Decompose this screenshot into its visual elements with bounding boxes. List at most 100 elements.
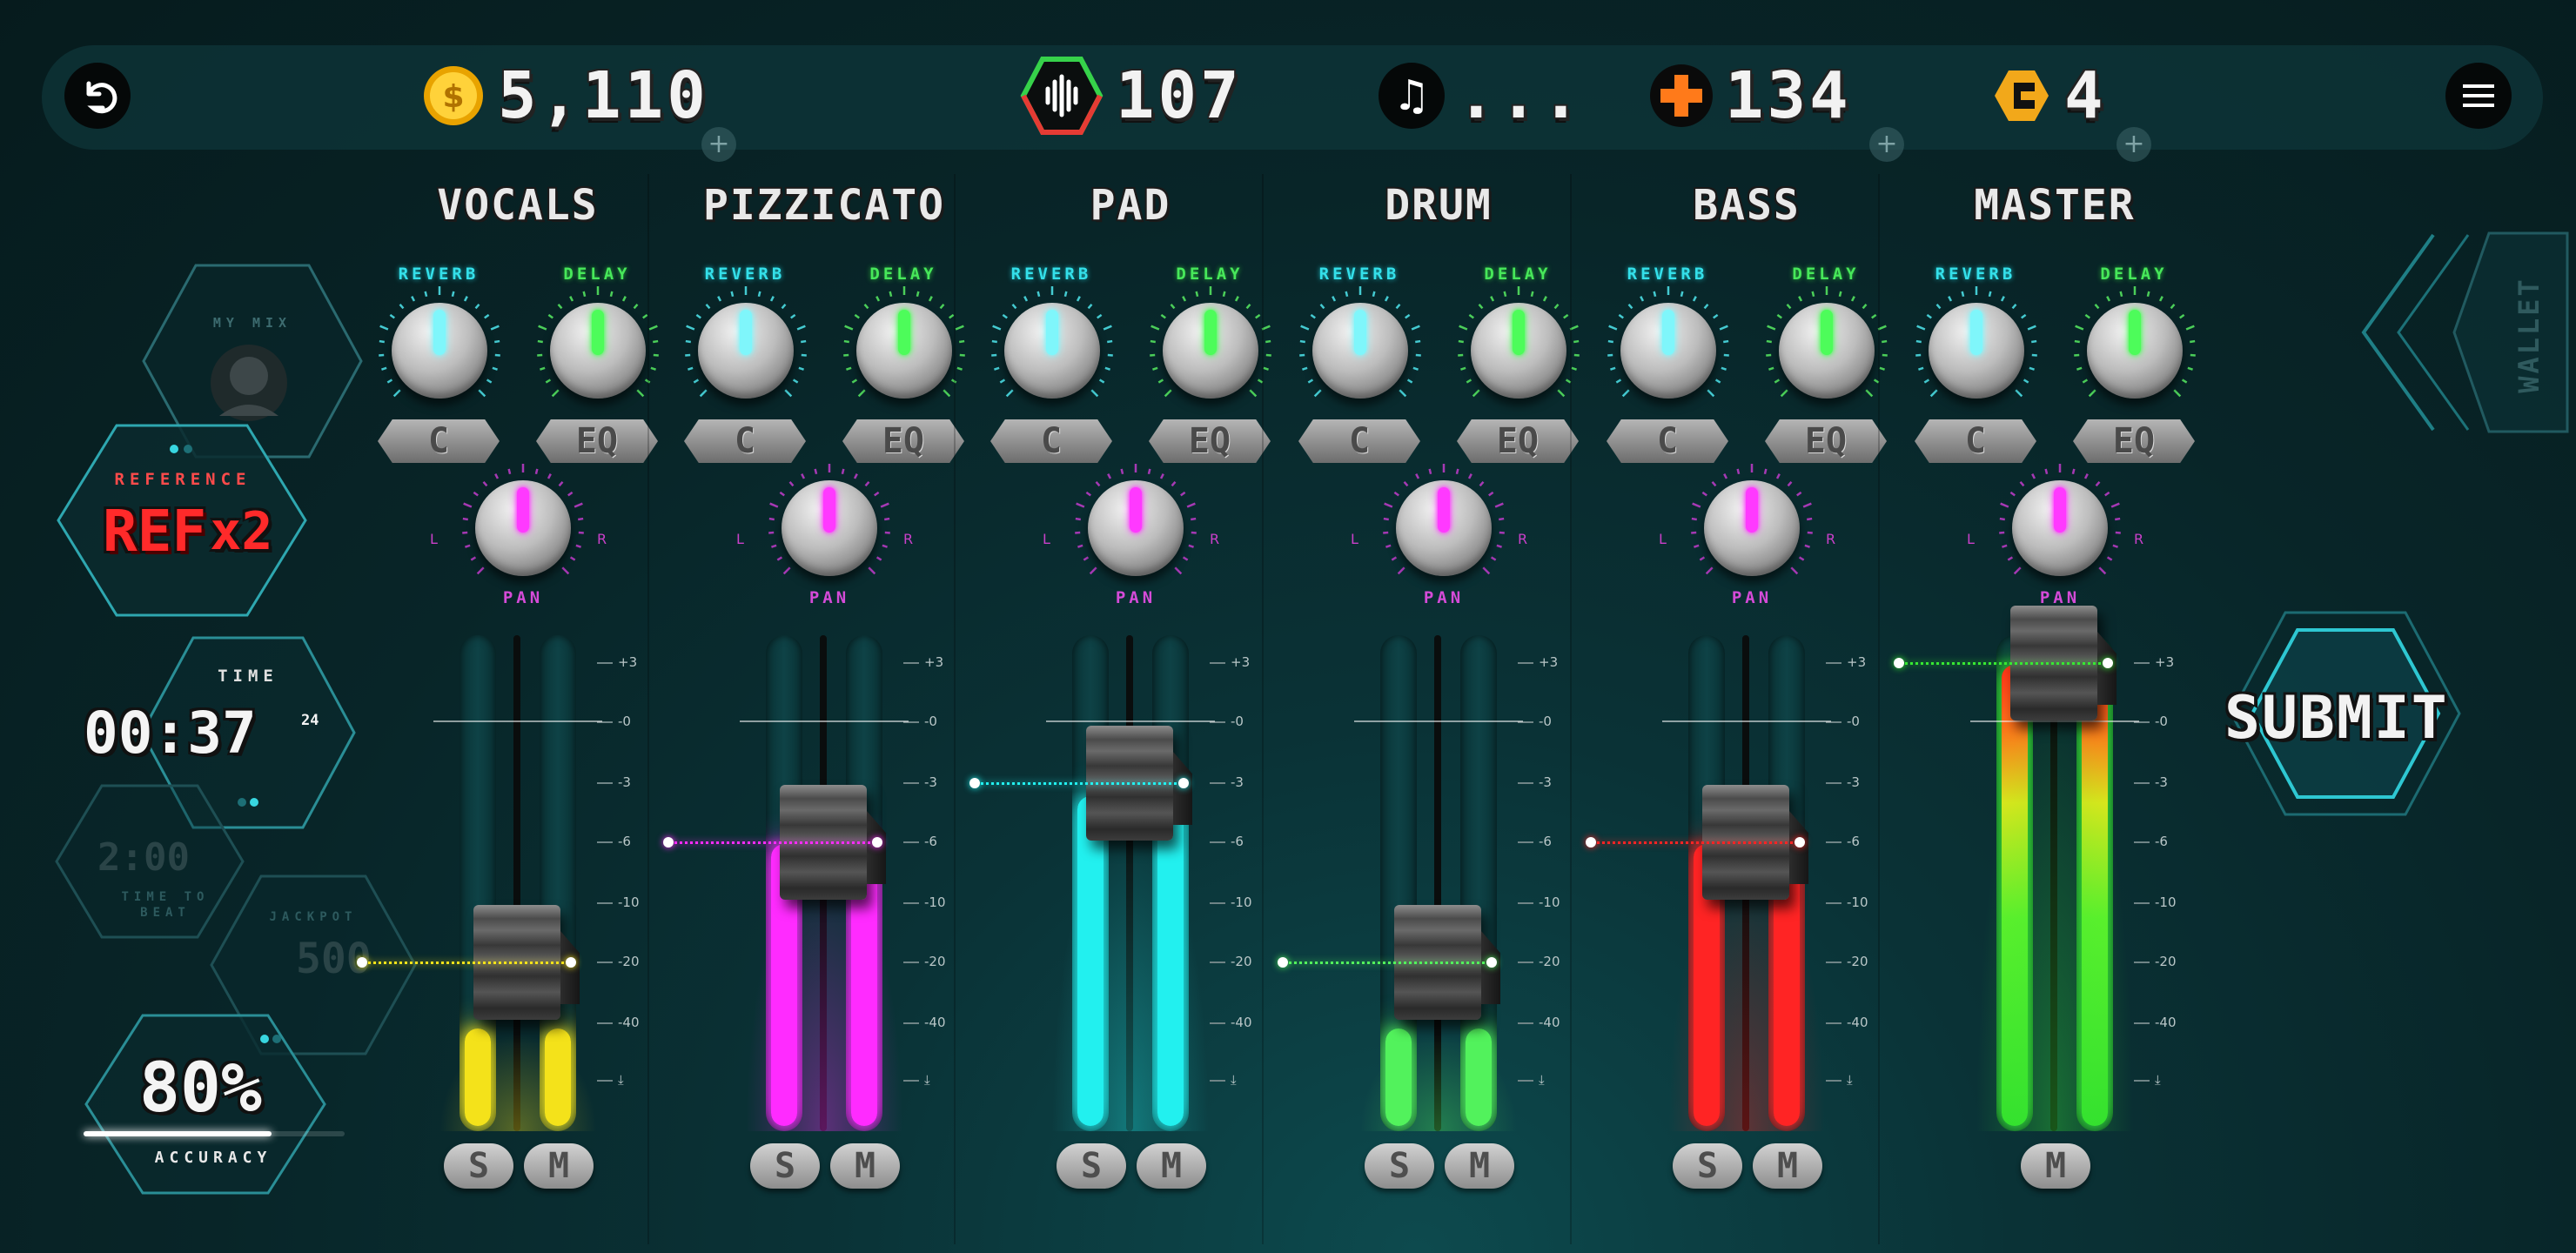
reverb-knob[interactable] xyxy=(1911,285,2042,416)
mute-button[interactable]: M xyxy=(2021,1143,2090,1189)
pan-knob[interactable] xyxy=(458,463,588,593)
scale-tick xyxy=(1518,841,1533,843)
mute-button[interactable]: M xyxy=(1753,1143,1822,1189)
pan-label: PAN xyxy=(1731,588,1773,607)
eq-button[interactable]: EQ xyxy=(1149,419,1271,463)
level-dot-right[interactable] xyxy=(566,957,576,968)
level-dot-right[interactable] xyxy=(1178,778,1189,788)
mute-button[interactable]: M xyxy=(830,1143,900,1189)
level-dot-left[interactable] xyxy=(1586,837,1596,848)
delay-knob[interactable] xyxy=(533,285,663,416)
eq-button[interactable]: EQ xyxy=(536,419,658,463)
delay-knob[interactable] xyxy=(1145,285,1276,416)
pan-left-label: L xyxy=(1967,531,1975,547)
level-dot-right[interactable] xyxy=(872,837,882,848)
pan-knob[interactable] xyxy=(1070,463,1201,593)
channel-divider xyxy=(1262,174,1264,1244)
scale-mark: -6 xyxy=(2134,834,2186,851)
scale-tick xyxy=(1826,782,1841,784)
reverb-knob[interactable] xyxy=(681,285,811,416)
scale-text: -40 xyxy=(2155,1015,2177,1030)
eq-button[interactable]: EQ xyxy=(1765,419,1887,463)
reverb-knob[interactable] xyxy=(987,285,1117,416)
pan-knob[interactable] xyxy=(1379,463,1509,593)
level-line xyxy=(1283,962,1492,964)
scale-text: +3 xyxy=(924,654,944,670)
delay-knob[interactable] xyxy=(1453,285,1584,416)
scale-mark: -40 xyxy=(903,1015,956,1032)
knob-indicator xyxy=(592,310,604,355)
scale-mark: ⤓ xyxy=(1210,1072,1262,1089)
pan-knob[interactable] xyxy=(764,463,895,593)
level-dot-left[interactable] xyxy=(1894,658,1904,668)
music-stat: ♫ ... xyxy=(1379,54,1584,137)
compressor-button[interactable]: C xyxy=(990,419,1112,463)
pan-label: PAN xyxy=(808,588,850,607)
undo-icon xyxy=(86,81,117,114)
compressor-button[interactable]: C xyxy=(1298,419,1420,463)
pan-knob[interactable] xyxy=(1687,463,1817,593)
scale-mark: ⤓ xyxy=(903,1072,956,1089)
compressor-button[interactable]: C xyxy=(1915,419,2036,463)
compressor-button[interactable]: C xyxy=(684,419,806,463)
back-button[interactable] xyxy=(64,63,131,129)
level-dot-left[interactable] xyxy=(663,837,674,848)
eq-button[interactable]: EQ xyxy=(1457,419,1579,463)
scale-text: +3 xyxy=(1847,654,1867,670)
eq-button[interactable]: EQ xyxy=(2073,419,2195,463)
pan-knob[interactable] xyxy=(1995,463,2125,593)
scale-tick xyxy=(1826,1022,1841,1024)
fader-slot xyxy=(1434,635,1441,1131)
reverb-knob[interactable] xyxy=(374,285,505,416)
scale-tick xyxy=(1826,841,1841,843)
scale-text: -40 xyxy=(1231,1015,1252,1030)
knob-indicator xyxy=(1130,487,1142,533)
solo-button[interactable]: S xyxy=(750,1143,820,1189)
eq-button[interactable]: EQ xyxy=(842,419,964,463)
scale-tick xyxy=(597,1080,613,1082)
scale-tick xyxy=(903,1022,919,1024)
plus-icon xyxy=(1650,64,1713,127)
scale-mark: +3 xyxy=(1826,654,1878,672)
level-dot-right[interactable] xyxy=(2103,658,2113,668)
scale-text: +3 xyxy=(618,654,638,670)
wallet-label: WALLET xyxy=(2512,277,2546,393)
solo-button[interactable]: S xyxy=(1673,1143,1742,1189)
wallet-tab[interactable]: WALLET xyxy=(2512,261,2546,409)
reverb-knob[interactable] xyxy=(1603,285,1734,416)
channel-title: VOCALS xyxy=(437,181,599,230)
level-dot-right[interactable] xyxy=(1486,957,1497,968)
level-line xyxy=(1591,841,1800,844)
scale-tick xyxy=(1518,962,1533,963)
zero-db-line xyxy=(1970,720,2139,722)
mute-button[interactable]: M xyxy=(1137,1143,1206,1189)
mute-button[interactable]: M xyxy=(1445,1143,1514,1189)
delay-knob[interactable] xyxy=(2070,285,2200,416)
delay-knob[interactable] xyxy=(1761,285,1892,416)
reverb-knob[interactable] xyxy=(1295,285,1426,416)
coins-value: 5,110 xyxy=(498,58,709,133)
compressor-button[interactable]: C xyxy=(1607,419,1728,463)
scale-tick xyxy=(1210,1022,1225,1024)
solo-button[interactable]: S xyxy=(444,1143,513,1189)
solo-button[interactable]: S xyxy=(1365,1143,1434,1189)
scale-text: -0 xyxy=(1231,714,1244,729)
level-dot-left[interactable] xyxy=(357,957,367,968)
level-dot-right[interactable] xyxy=(1794,837,1805,848)
scale-text: -6 xyxy=(618,834,631,849)
submit-button[interactable]: SUBMIT xyxy=(2224,684,2449,753)
mute-button[interactable]: M xyxy=(524,1143,594,1189)
level-dot-left[interactable] xyxy=(1278,957,1288,968)
delay-knob[interactable] xyxy=(839,285,969,416)
scale-mark: -10 xyxy=(903,895,956,912)
compressor-button[interactable]: C xyxy=(378,419,500,463)
scale-text: -10 xyxy=(924,895,946,910)
level-dot-left[interactable] xyxy=(969,778,980,788)
zero-db-line xyxy=(1354,720,1523,722)
scale-tick xyxy=(1210,1080,1225,1082)
scale-text: -40 xyxy=(618,1015,640,1030)
db-scale: +3 -0 -3 -6 -10 -20 -40 ⤓ xyxy=(1826,635,1878,1157)
solo-button[interactable]: S xyxy=(1057,1143,1126,1189)
menu-button[interactable] xyxy=(2445,63,2512,129)
knob-indicator xyxy=(433,310,446,355)
